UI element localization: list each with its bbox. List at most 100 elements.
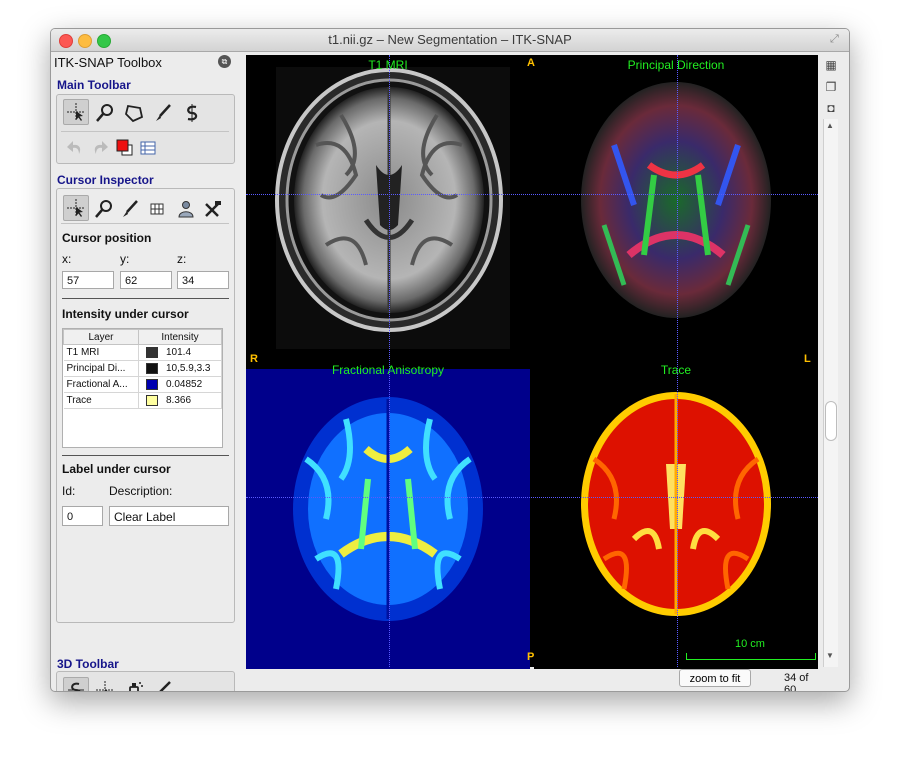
layer-swatch: [146, 394, 158, 406]
fullscreen-icon[interactable]: ⤢: [830, 33, 843, 46]
divider: [62, 455, 229, 456]
orient-right: R: [250, 353, 258, 365]
inspector-grid-icon[interactable]: [144, 196, 170, 222]
camera-icon[interactable]: ◘: [823, 101, 839, 115]
crosshair-vertical-right: [677, 55, 678, 667]
orient-anterior: A: [527, 57, 535, 69]
layer-value: 0.04852: [166, 379, 203, 391]
undo-icon[interactable]: [62, 135, 88, 161]
window-icon[interactable]: ❐: [823, 80, 839, 94]
cursor-inspector: Cursor position x: y: z: 57 62 34 Intens…: [56, 188, 235, 623]
col-intensity[interactable]: Intensity: [138, 329, 222, 345]
window-title: t1.nii.gz – New Segmentation – ITK-SNAP: [328, 32, 572, 47]
label-id-field[interactable]: 0: [62, 506, 103, 526]
orient-left: L: [804, 353, 811, 365]
panel-trace[interactable]: [534, 369, 818, 669]
layer-name: T1 MRI: [63, 344, 139, 361]
panel-principal-direction[interactable]: [534, 55, 818, 355]
toolbar-3d: [56, 671, 235, 691]
intensity-table: Layer Intensity T1 MRI 101.4 Principal D…: [62, 328, 223, 448]
layer-name: Fractional A...: [63, 376, 139, 393]
label-under-cursor: Label under cursor: [62, 462, 171, 476]
snake-tool-icon[interactable]: [179, 100, 205, 126]
label-trace: Trace: [660, 363, 692, 377]
zoom-to-fit-button[interactable]: zoom to fit: [679, 669, 751, 687]
rotate-3d-icon[interactable]: [63, 677, 89, 691]
table-row[interactable]: Fractional A... 0.04852: [63, 376, 222, 393]
trace-image: [581, 392, 771, 616]
layout-icon[interactable]: ▦: [823, 58, 839, 72]
z-label: z:: [177, 252, 187, 266]
inspector-person-icon[interactable]: [173, 196, 199, 222]
redo-icon[interactable]: [87, 135, 113, 161]
id-label: Id:: [62, 484, 76, 498]
layer-swatch: [146, 346, 158, 358]
inspector-tools-icon[interactable]: [200, 196, 226, 222]
polygon-tool-icon[interactable]: [121, 100, 147, 126]
layer-name: Trace: [63, 392, 139, 409]
scale-bar: [686, 653, 816, 660]
divider: [62, 298, 229, 299]
fractional-anisotropy-image: [293, 397, 483, 621]
layer-inspector-icon[interactable]: [135, 135, 161, 161]
inspector-paintbrush-icon[interactable]: [117, 196, 143, 222]
crosshair-horizontal-bottom: [246, 497, 818, 498]
col-layer[interactable]: Layer: [63, 329, 139, 345]
title-bar[interactable]: t1.nii.gz – New Segmentation – ITK-SNAP …: [51, 29, 849, 52]
crosshair-tool-icon[interactable]: [63, 99, 89, 125]
toolbox-panel: ITK-SNAP Toolbox ⧉ Main Toolbar Cursor I…: [51, 52, 241, 691]
layer-value: 101.4: [166, 347, 192, 359]
principal-direction-image: [581, 82, 771, 318]
panel-t1-mri[interactable]: [246, 55, 530, 355]
label-description-field[interactable]: Clear Label: [109, 506, 229, 526]
crosshair-3d-icon[interactable]: [92, 677, 118, 691]
table-row[interactable]: Trace 8.366: [63, 392, 222, 409]
scalpel-3d-icon[interactable]: [150, 677, 176, 691]
crosshair-horizontal-top: [246, 194, 818, 195]
y-field[interactable]: 62: [120, 271, 172, 289]
main-toolbar-label: Main Toolbar: [57, 78, 131, 92]
layer-name: Principal Di...: [63, 360, 139, 377]
slice-scrollbar[interactable]: ▲ ▼: [823, 119, 838, 667]
label-fractional-anisotropy: Fractional Anisotropy: [331, 363, 445, 377]
scale-label: 10 cm: [735, 638, 765, 650]
x-field[interactable]: 57: [62, 271, 114, 289]
inspector-zoom-icon[interactable]: [91, 196, 117, 222]
cursor-position-label: Cursor position: [62, 231, 152, 245]
t1-mri-image: [275, 67, 510, 349]
scroll-up-icon[interactable]: ▲: [826, 121, 834, 130]
toolbar-3d-label: 3D Toolbar: [57, 657, 119, 671]
y-label: y:: [120, 252, 130, 266]
paintbrush-tool-icon[interactable]: [150, 100, 176, 126]
table-row[interactable]: Principal Di... 10,5.9,3.3: [63, 360, 222, 377]
layer-swatch: [146, 362, 158, 374]
layer-swatch: [146, 378, 158, 390]
layer-value: 10,5.9,3.3: [166, 363, 211, 375]
table-row[interactable]: T1 MRI 101.4: [63, 344, 222, 361]
x-label: x:: [62, 252, 72, 266]
viewer-bottom-bar: zoom to fit 34 of 60: [246, 667, 818, 691]
label-t1-mri: T1 MRI: [368, 58, 408, 72]
slice-viewer[interactable]: T1 MRI Principal Direction Fractional An…: [246, 55, 818, 669]
slice-scroll-thumb[interactable]: [825, 401, 837, 441]
crosshair-vertical-left: [389, 55, 390, 667]
inspector-separator: [61, 223, 229, 224]
toolbox-title: ITK-SNAP Toolbox: [54, 55, 162, 70]
itk-snap-window: t1.nii.gz – New Segmentation – ITK-SNAP …: [50, 28, 850, 692]
detach-icon[interactable]: ⧉: [218, 55, 231, 68]
label-principal-direction: Principal Direction: [627, 58, 725, 72]
panel-fractional-anisotropy[interactable]: [246, 369, 530, 669]
z-field[interactable]: 34: [177, 271, 229, 289]
description-label: Description:: [109, 484, 173, 498]
orient-posterior: P: [527, 651, 535, 663]
scroll-down-icon[interactable]: ▼: [826, 651, 834, 660]
slice-indicator: 34 of 60: [784, 672, 809, 692]
zoom-tool-icon[interactable]: [92, 100, 118, 126]
cursor-inspector-label: Cursor Inspector: [57, 173, 154, 187]
toolbar-separator: [61, 131, 229, 132]
layer-value: 8.366: [166, 395, 192, 407]
spray-3d-icon[interactable]: [121, 677, 147, 691]
main-toolbar: [56, 94, 235, 164]
inspector-crosshair-icon[interactable]: [63, 195, 89, 221]
intensity-label: Intensity under cursor: [62, 307, 189, 321]
